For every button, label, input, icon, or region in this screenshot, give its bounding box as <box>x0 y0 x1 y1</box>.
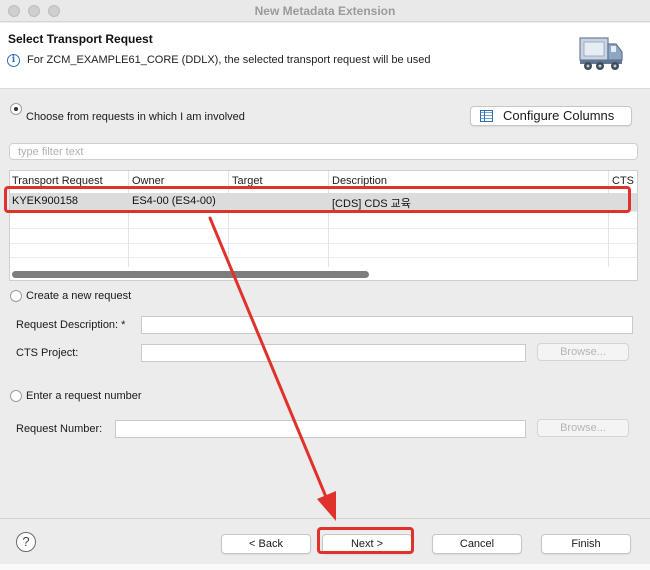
arrow-annotation <box>208 216 336 521</box>
dialog-window: New Metadata Extension Select Transport … <box>0 0 650 570</box>
